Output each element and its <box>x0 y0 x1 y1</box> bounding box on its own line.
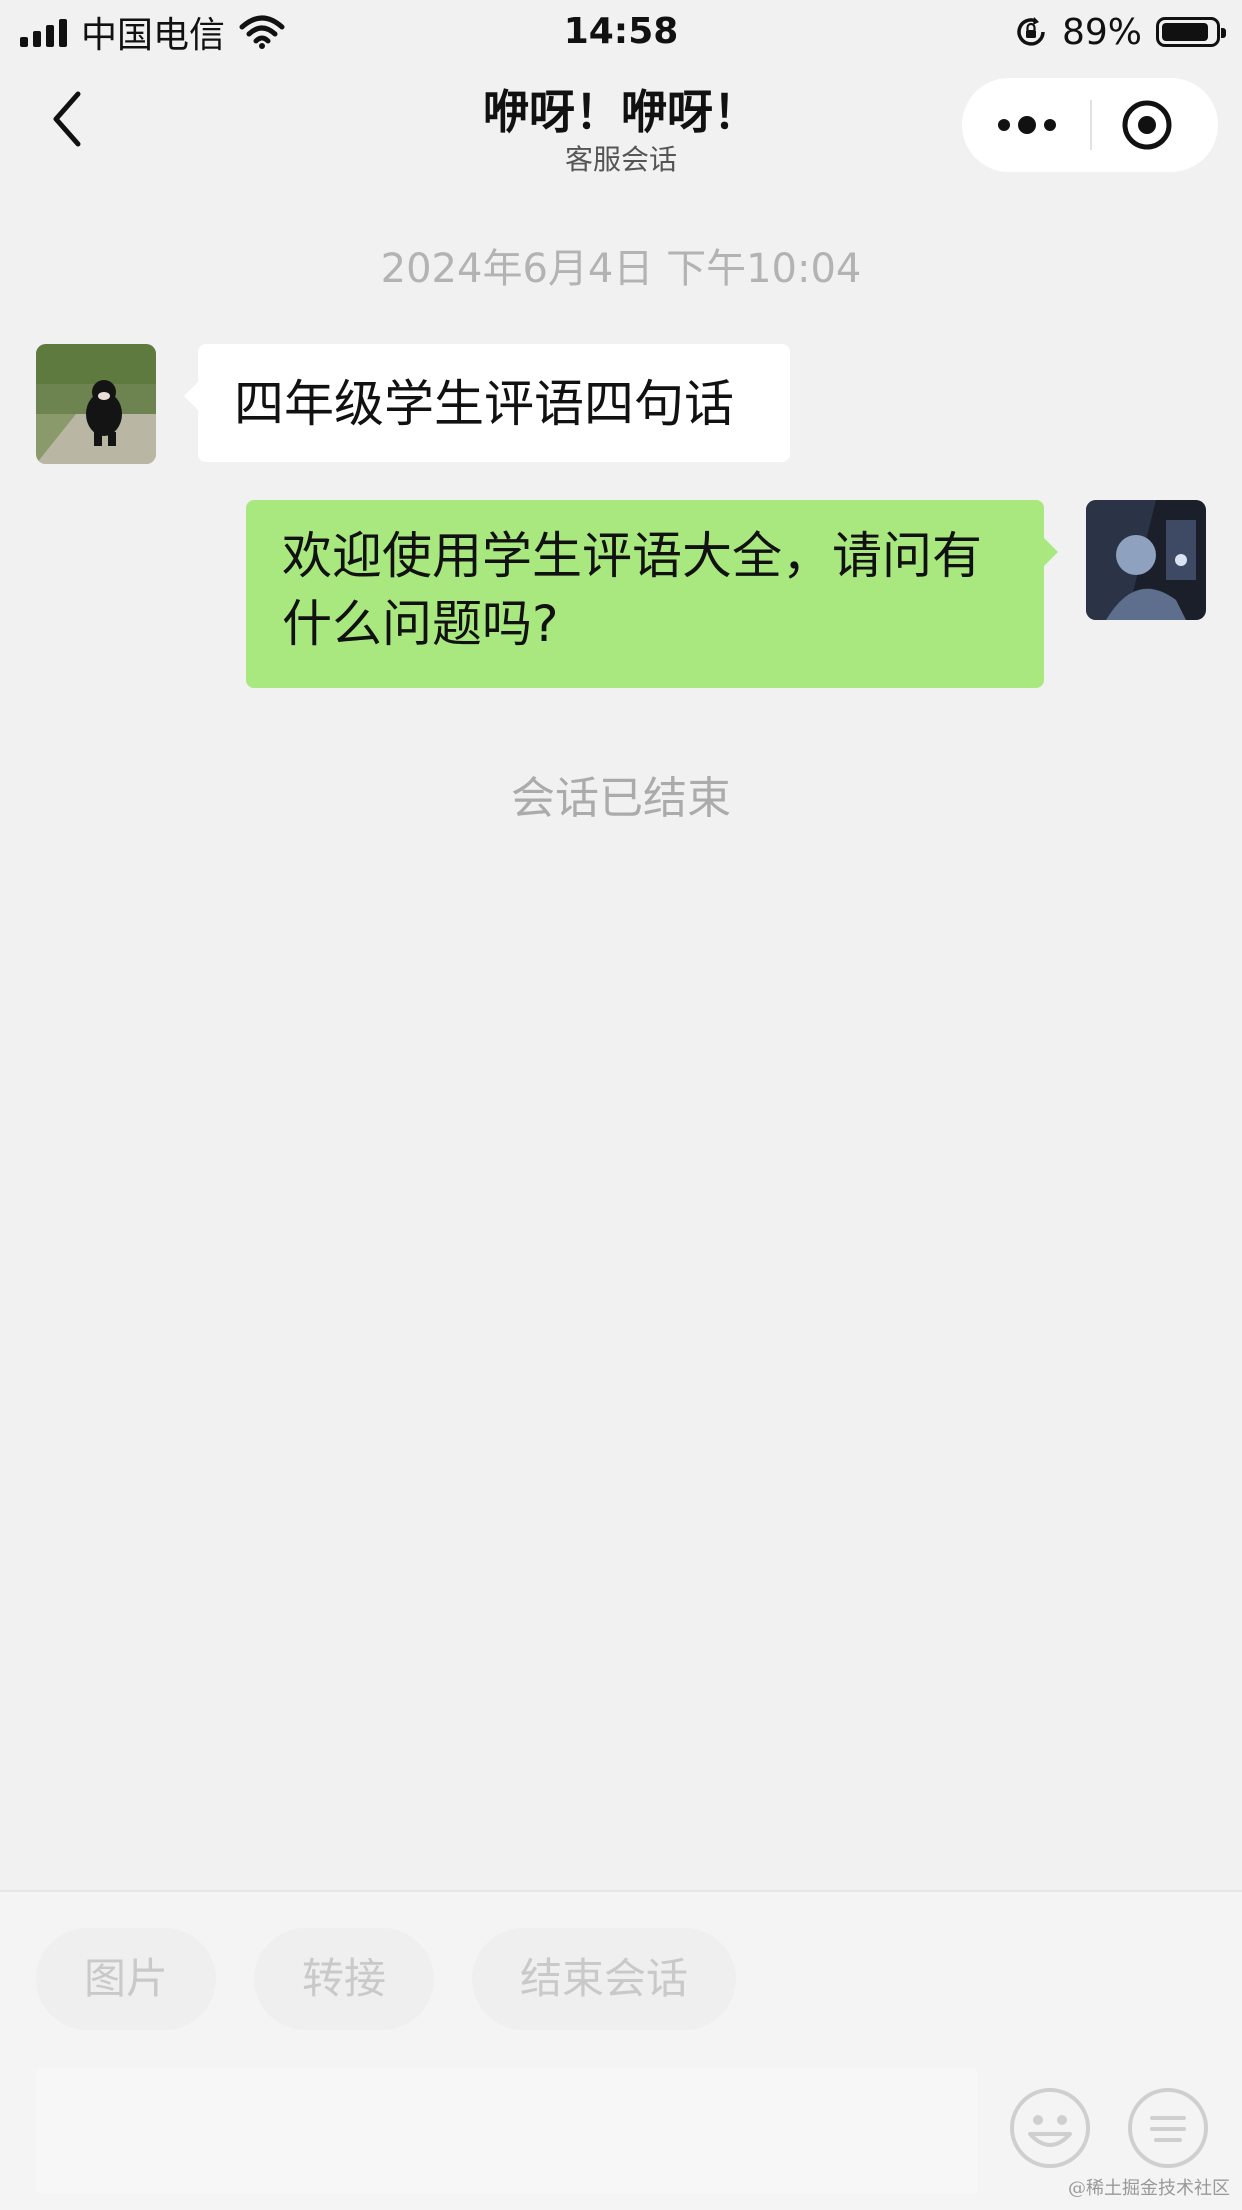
image-button[interactable]: 图片 <box>36 1928 216 2030</box>
message-text: 欢迎使用学生评语大全，请问有什么问题吗? <box>282 527 982 653</box>
message-timestamp: 2024年6月4日 下午10:04 <box>380 246 862 292</box>
mini-program-capsule <box>962 78 1218 172</box>
message-text: 四年级学生评语四句话 <box>234 375 734 433</box>
input-panel: 图片 转接 结束会话 <box>0 1890 1242 2210</box>
rotation-lock-icon <box>1017 17 1045 46</box>
message-input[interactable] <box>36 2068 978 2194</box>
outgoing-message-bubble[interactable]: 欢迎使用学生评语大全，请问有什么问题吗? <box>246 500 1058 688</box>
service-avatar[interactable] <box>1086 500 1206 620</box>
capsule-divider <box>1090 100 1092 150</box>
end-session-button[interactable]: 结束会话 <box>472 1928 736 2030</box>
transfer-button[interactable]: 转接 <box>254 1928 434 2030</box>
watermark: @稀土掘金技术社区 <box>1068 2178 1230 2199</box>
more-icon[interactable] <box>992 100 1062 150</box>
nav-bar: 咿呀！咿呀！ 客服会话 <box>0 62 1242 188</box>
emoji-icon[interactable] <box>1008 2086 1092 2170</box>
menu-lines-icon[interactable] <box>1126 2086 1210 2170</box>
user-avatar[interactable] <box>36 344 156 464</box>
incoming-message-bubble[interactable]: 四年级学生评语四句话 <box>184 344 790 462</box>
status-bar: 中国电信 14:58 89% <box>0 0 1242 62</box>
close-mini-program-icon[interactable] <box>1120 98 1174 152</box>
session-ended-notice: 会话已结束 <box>511 773 731 824</box>
battery-icon <box>1156 17 1226 47</box>
battery-percent: 89% <box>1061 11 1142 53</box>
